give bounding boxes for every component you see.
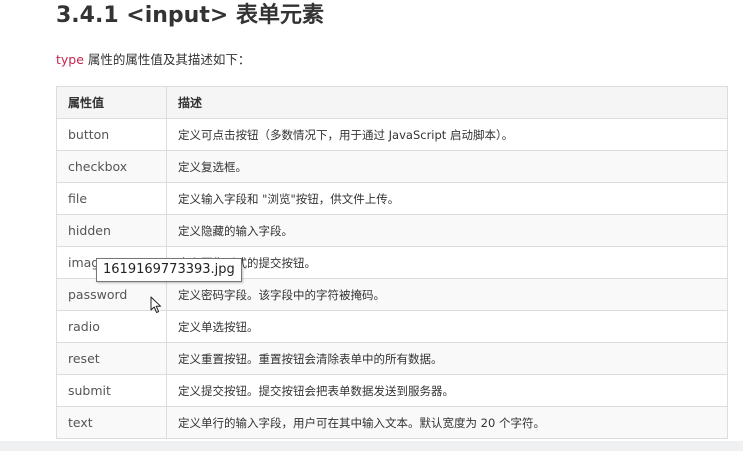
row-value: reset — [56, 342, 167, 375]
row-description: 定义可点击按钮（多数情况下，用于通过 JavaScript 启动脚本）。 — [166, 118, 728, 151]
table-header-row: 属性值 描述 — [56, 86, 728, 119]
row-value: radio — [56, 310, 167, 343]
row-description: 定义输入字段和 "浏览"按钮，供文件上传。 — [166, 182, 728, 215]
table-row: button 定义可点击按钮（多数情况下，用于通过 JavaScript 启动脚… — [56, 118, 728, 151]
section-heading: 3.4.1 <input> 表单元素 — [56, 3, 324, 28]
row-description: 定义密码字段。该字段中的字符被掩码。 — [166, 278, 728, 311]
header-attribute-value: 属性值 — [56, 86, 167, 119]
table-row: radio 定义单选按钮。 — [56, 310, 728, 343]
row-description: 定义单选按钮。 — [166, 310, 728, 343]
row-description: 定义隐藏的输入字段。 — [166, 214, 728, 247]
intro-text: type 属性的属性值及其描述如下： — [56, 50, 250, 70]
mouse-pointer-icon — [150, 296, 161, 313]
table-row: text 定义单行的输入字段，用户可在其中输入文本。默认宽度为 20 个字符。 — [56, 406, 728, 439]
row-value: text — [56, 406, 167, 439]
row-value: button — [56, 118, 167, 151]
page: 3.4.1 <input> 表单元素 type 属性的属性值及其描述如下： 属性… — [0, 0, 743, 451]
table-row: hidden 定义隐藏的输入字段。 — [56, 214, 728, 247]
row-description: 定义提交按钮。提交按钮会把表单数据发送到服务器。 — [166, 374, 728, 407]
intro-keyword: type — [56, 52, 84, 67]
header-description: 描述 — [166, 86, 728, 119]
row-description: 定义重置按钮。重置按钮会清除表单中的所有数据。 — [166, 342, 728, 375]
row-description: 定义图像形式的提交按钮。 — [166, 246, 728, 279]
table-row: reset 定义重置按钮。重置按钮会清除表单中的所有数据。 — [56, 342, 728, 375]
filename-tooltip: 1619169773393.jpg — [96, 258, 242, 282]
intro-description: 属性的属性值及其描述如下： — [83, 52, 251, 67]
table-row: checkbox 定义复选框。 — [56, 150, 728, 183]
row-description: 定义复选框。 — [166, 150, 728, 183]
row-value: checkbox — [56, 150, 167, 183]
row-description: 定义单行的输入字段，用户可在其中输入文本。默认宽度为 20 个字符。 — [166, 406, 728, 439]
table-row: file 定义输入字段和 "浏览"按钮，供文件上传。 — [56, 182, 728, 215]
table-row: submit 定义提交按钮。提交按钮会把表单数据发送到服务器。 — [56, 374, 728, 407]
row-value: hidden — [56, 214, 167, 247]
row-value: file — [56, 182, 167, 215]
row-value: submit — [56, 374, 167, 407]
bottom-edge — [0, 441, 743, 451]
